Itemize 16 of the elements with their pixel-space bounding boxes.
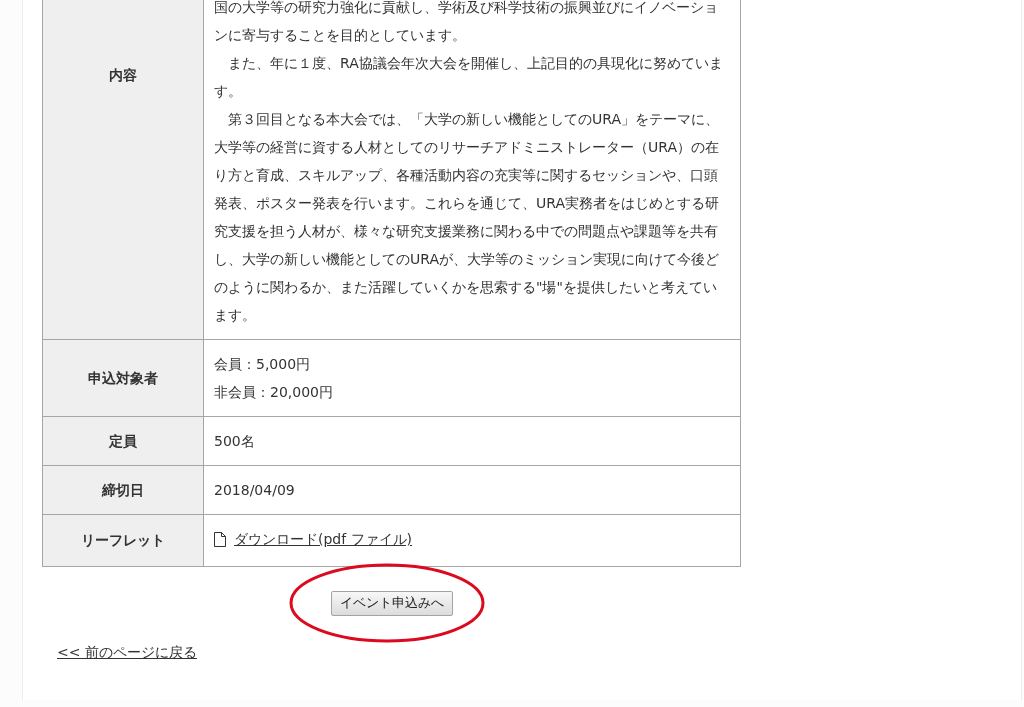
row-header: 申込対象者 — [42, 339, 204, 417]
table-cell: 500名 — [203, 416, 741, 466]
download-link[interactable]: ダウンロード(pdf ファイル) — [234, 525, 413, 553]
row-header: 定員 — [42, 416, 204, 466]
back-link[interactable]: << 前のページに戻る — [57, 643, 197, 660]
paragraph: 第３回目となる本大会では、「大学の新しい機能としてのURA」をテーマに、大学等の経営に資する人材としてのリサーチアドミニストレーター（URA）の在り方と育成、スキルアップ、各種活動内容の充実等に関するセッションや、口頭発表、ポスター発表を行います。これらを通じて、URA実務者をはじめとする研究支援を担う人材が、様々な研究支援業務に関わる中での問題点や課題等を共有し、大学の新しい機能としてのURAが、大学等のミッション実現に向けて今後どのように関わるか、また活躍していくかを思索する"場"を提供したいと考えています。 — [214, 110, 720, 325]
paragraph: 国の大学等の研究力強化に貢献し、学術及び科学技術の振興並びにイノベーションに寄与することを目的としています。 — [214, 0, 719, 45]
row-header: リーフレット — [42, 514, 204, 566]
apply-button[interactable]: イベント申込みへ — [330, 590, 453, 616]
row-header: 締切日 — [42, 465, 204, 515]
fee-text: 会員：5,000円 — [214, 355, 312, 374]
document-icon — [214, 531, 226, 547]
fee-text: 非会員：20,000円 — [214, 383, 334, 402]
table-cell: 2018/04/09 — [203, 465, 741, 515]
row-header: 内容 — [42, 0, 204, 340]
paragraph: また、年に１度、RA協議会年次大会を開催し、上記目的の具現化に努めています。 — [214, 54, 724, 101]
